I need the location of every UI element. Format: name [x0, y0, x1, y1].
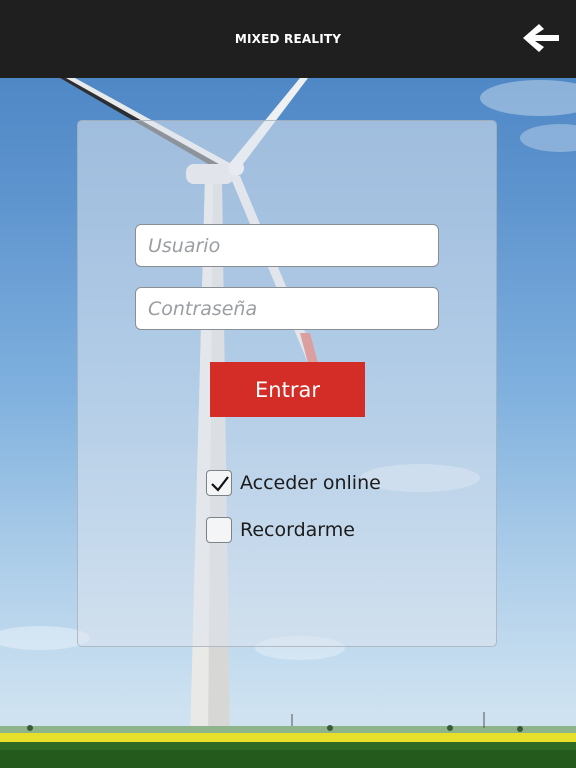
arrow-left-icon — [523, 24, 559, 52]
remember-me-label: Recordarme — [240, 519, 355, 541]
remember-me-checkbox[interactable] — [206, 517, 232, 543]
online-access-label: Acceder online — [240, 472, 381, 494]
back-button[interactable] — [521, 20, 561, 56]
top-bar: MIXED REALITY — [0, 0, 576, 78]
online-access-option[interactable]: Acceder online — [206, 469, 381, 497]
checkmark-icon — [211, 476, 229, 492]
username-input[interactable] — [135, 224, 439, 267]
remember-me-option[interactable]: Recordarme — [206, 516, 355, 544]
login-button[interactable]: Entrar — [210, 362, 365, 417]
app-title: MIXED REALITY — [234, 32, 342, 46]
online-access-checkbox[interactable] — [206, 470, 232, 496]
password-input[interactable] — [135, 287, 439, 330]
